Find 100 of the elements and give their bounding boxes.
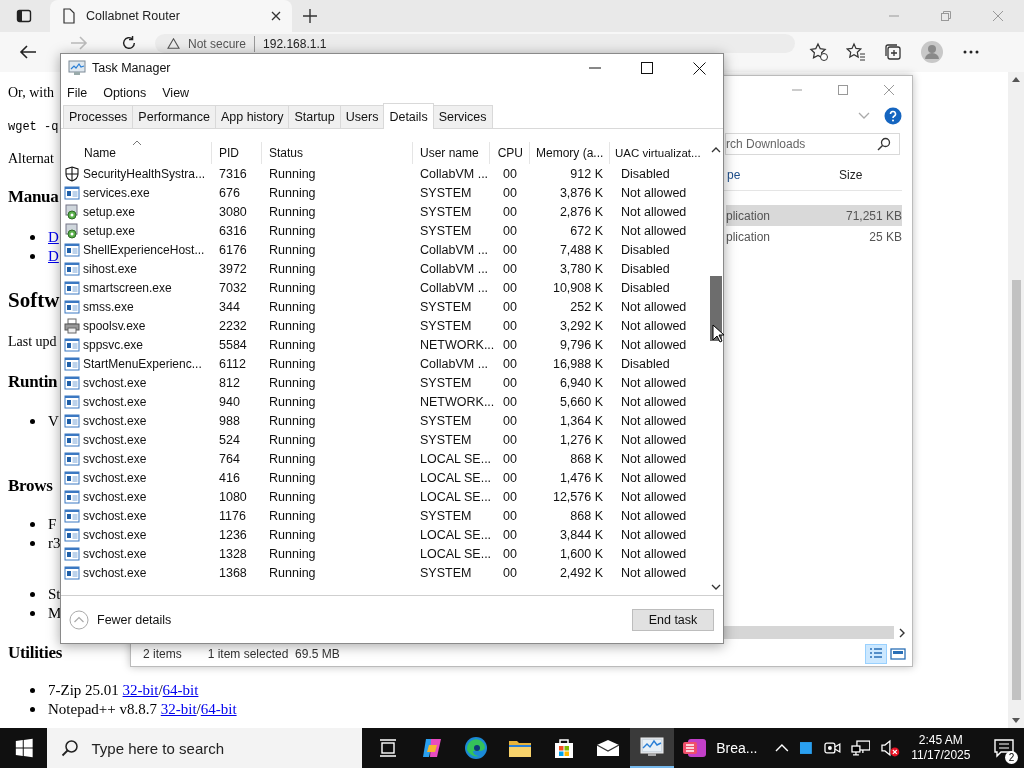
app-window-icon: [64, 241, 80, 258]
speaker-muted-icon[interactable]: [880, 739, 901, 757]
collections-icon[interactable]: [883, 42, 903, 62]
scroll-up-icon[interactable]: [710, 146, 721, 154]
close-icon[interactable]: [693, 61, 706, 75]
page-link[interactable]: D: [48, 228, 59, 247]
column-header[interactable]: User name: [413, 142, 490, 164]
close-icon[interactable]: [270, 10, 282, 22]
process-name: setup.exe: [83, 204, 136, 219]
column-header[interactable]: Memory (a...: [530, 142, 610, 164]
scroll-down-icon[interactable]: [710, 583, 721, 591]
column-header[interactable]: Name: [64, 142, 212, 164]
column-header[interactable]: Size: [837, 168, 899, 182]
table-cell-text: Not allowed: [620, 527, 688, 542]
address-bar[interactable]: Not secure 192.168.1.1: [155, 34, 795, 53]
back-icon[interactable]: [19, 44, 37, 60]
search-field[interactable]: rch Downloads: [725, 133, 900, 155]
menu-item[interactable]: Options: [103, 86, 147, 100]
tab[interactable]: Processes: [63, 105, 134, 128]
table-cell-text: Running: [268, 185, 317, 200]
fewer-details-link[interactable]: Fewer details: [69, 609, 172, 630]
tray-app-icon[interactable]: [799, 741, 813, 755]
table-cell-text: 00: [502, 375, 518, 390]
table-cell-text: 00: [502, 508, 518, 523]
bullet-icon: [30, 419, 35, 424]
file-row[interactable]: plication 25 KB: [726, 226, 902, 247]
tab[interactable]: Users: [339, 105, 385, 128]
profile-avatar-icon[interactable]: [920, 40, 944, 64]
camera-icon[interactable]: [822, 740, 841, 756]
taskbar-app-button[interactable]: Brea...: [674, 728, 771, 768]
table-cell-text: Running: [268, 166, 317, 181]
table-cell-text: Disabled: [620, 280, 671, 295]
thumbnail-view-icon[interactable]: [888, 645, 908, 663]
shield-icon: [64, 165, 80, 182]
item-count: 2 items: [143, 647, 182, 661]
taskbar-clock[interactable]: 2:45 AM 11/17/2025: [911, 733, 971, 763]
table-cell-text: Running: [268, 356, 317, 371]
table-cell-text: Running: [268, 318, 317, 333]
search-icon: [61, 739, 80, 757]
tab[interactable]: Performance: [132, 105, 216, 128]
table-cell-text: SYSTEM: [419, 223, 473, 238]
scroll-right-icon[interactable]: [898, 627, 906, 638]
process-name: svchost.exe: [83, 527, 147, 542]
download-link[interactable]: 64-bit: [200, 700, 237, 719]
tab[interactable]: Details: [383, 103, 434, 129]
file-row[interactable]: plication 71,251 KB: [726, 205, 902, 226]
end-task-button[interactable]: End task: [632, 608, 714, 631]
menu-item[interactable]: View: [162, 86, 190, 100]
table-cell-text: 00: [502, 413, 518, 428]
page-scrollbar[interactable]: [1008, 72, 1024, 728]
download-link[interactable]: 64-bit: [162, 681, 199, 700]
column-header[interactable]: Status: [262, 142, 413, 164]
table-cell-text: 6112: [218, 356, 247, 371]
scroll-down-icon[interactable]: [1012, 718, 1020, 723]
bullet-icon: [30, 688, 35, 693]
page-link[interactable]: D: [48, 247, 59, 266]
taskbar-search-field[interactable]: Type here to search: [47, 728, 363, 768]
app-window-icon: [64, 279, 80, 296]
app-window-icon: [64, 336, 80, 353]
browser-tab[interactable]: Collabnet Router: [50, 0, 292, 32]
details-view-icon[interactable]: [866, 645, 886, 663]
favorites-icon[interactable]: [846, 42, 866, 62]
bullet-icon: [30, 707, 35, 712]
app-window-icon: [64, 355, 80, 372]
tab[interactable]: Startup: [288, 105, 341, 128]
column-header[interactable]: PID: [212, 142, 262, 164]
table-cell-text: Running: [268, 280, 317, 295]
taskbar-app-button[interactable]: [630, 728, 675, 768]
help-icon[interactable]: [884, 107, 902, 125]
table-cell-text: 3,292 K: [558, 318, 604, 333]
table-cell-text: Running: [268, 451, 317, 466]
notification-center-button[interactable]: 2: [984, 728, 1024, 768]
scroll-thumb[interactable]: [1011, 280, 1021, 700]
column-header[interactable]: pe: [727, 168, 837, 182]
refresh-icon[interactable]: [121, 35, 137, 51]
download-link[interactable]: 32-bit: [160, 700, 197, 719]
list-item: V: [48, 412, 59, 431]
maximize-icon[interactable]: [641, 62, 653, 74]
column-header[interactable]: UAC virtualizat...: [610, 142, 708, 164]
tab[interactable]: Services: [432, 105, 493, 128]
process-name: svchost.exe: [83, 565, 147, 580]
column-header[interactable]: CPU: [490, 142, 530, 164]
table-cell-text: 00: [502, 394, 518, 409]
sort-caret-icon[interactable]: [132, 140, 142, 146]
section-heading: Runtin: [8, 371, 58, 393]
table-cell-text: SYSTEM: [419, 204, 473, 219]
show-hidden-icons-icon[interactable]: [775, 743, 790, 753]
download-link[interactable]: 32-bit: [122, 681, 159, 700]
table-cell-text: CollabVM ...: [419, 280, 490, 295]
new-tab-icon[interactable]: [302, 8, 318, 24]
network-icon[interactable]: [850, 740, 871, 756]
tab-actions-icon[interactable]: [16, 8, 32, 24]
scroll-up-icon[interactable]: [1012, 77, 1020, 82]
tab[interactable]: App history: [214, 105, 290, 128]
add-favorite-icon[interactable]: [809, 42, 829, 62]
menu-item[interactable]: File: [67, 86, 88, 100]
store-icon: [553, 737, 576, 759]
table-cell-text: Not allowed: [620, 432, 688, 447]
separator-text: /: [196, 700, 201, 719]
table-cell-text: SYSTEM: [419, 565, 473, 580]
